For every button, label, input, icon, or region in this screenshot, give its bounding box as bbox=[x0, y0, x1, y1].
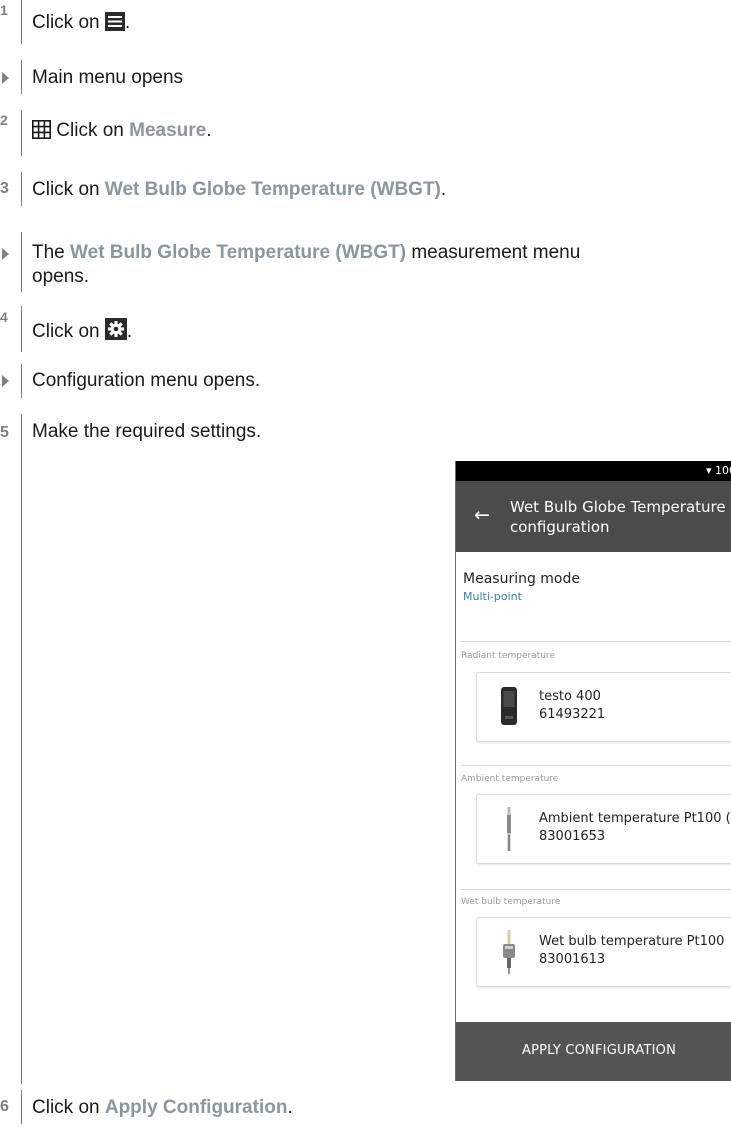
app-bar: ← Wet Bulb Globe Temperature configurati… bbox=[456, 481, 731, 552]
result-text: Main menu opens bbox=[32, 67, 184, 88]
sensor-card-radiant[interactable]: testo 400 61493221 bbox=[476, 672, 731, 742]
section-label: Radiant temperature bbox=[461, 651, 555, 661]
wifi-battery-status: ▾ 100 bbox=[705, 464, 731, 477]
probe-icon bbox=[499, 805, 519, 857]
sensor-card-ambient[interactable]: Ambient temperature Pt100 ( 83001653 bbox=[476, 794, 731, 864]
wet-bulb-probe-icon bbox=[499, 928, 519, 980]
ui-term: Wet Bulb Globe Temperature (WBGT) bbox=[70, 242, 407, 263]
grid-icon bbox=[32, 120, 51, 147]
section-label: Wet bulb temperature bbox=[461, 897, 561, 907]
step-text: Click on bbox=[32, 12, 105, 33]
step-bar bbox=[21, 0, 22, 44]
result-arrow-icon bbox=[2, 72, 9, 84]
result-arrow-icon bbox=[2, 248, 9, 260]
ui-term: Measure bbox=[129, 120, 207, 141]
section-label: Ambient temperature bbox=[461, 774, 559, 784]
gear-icon bbox=[104, 318, 127, 348]
apply-configuration-button[interactable]: APPLY CONFIGURATION bbox=[456, 1022, 731, 1081]
ui-term: Apply Configuration bbox=[104, 1097, 288, 1118]
device-screenshot: ▾ 100 ← Wet Bulb Globe Temperature confi… bbox=[455, 461, 731, 1081]
arrow-left-icon[interactable]: ← bbox=[474, 504, 490, 526]
screen-title: Wet Bulb Globe Temperature configuration bbox=[510, 498, 726, 536]
menu-icon bbox=[104, 12, 125, 39]
step-number: 1 bbox=[0, 2, 8, 18]
sensor-card-wet-bulb[interactable]: Wet bulb temperature Pt100 83001613 bbox=[476, 917, 731, 987]
result-arrow-icon bbox=[2, 375, 9, 387]
ui-term: Wet Bulb Globe Temperature (WBGT) bbox=[104, 179, 441, 200]
instrument-icon bbox=[499, 683, 519, 731]
status-bar: ▾ 100 bbox=[456, 461, 731, 481]
